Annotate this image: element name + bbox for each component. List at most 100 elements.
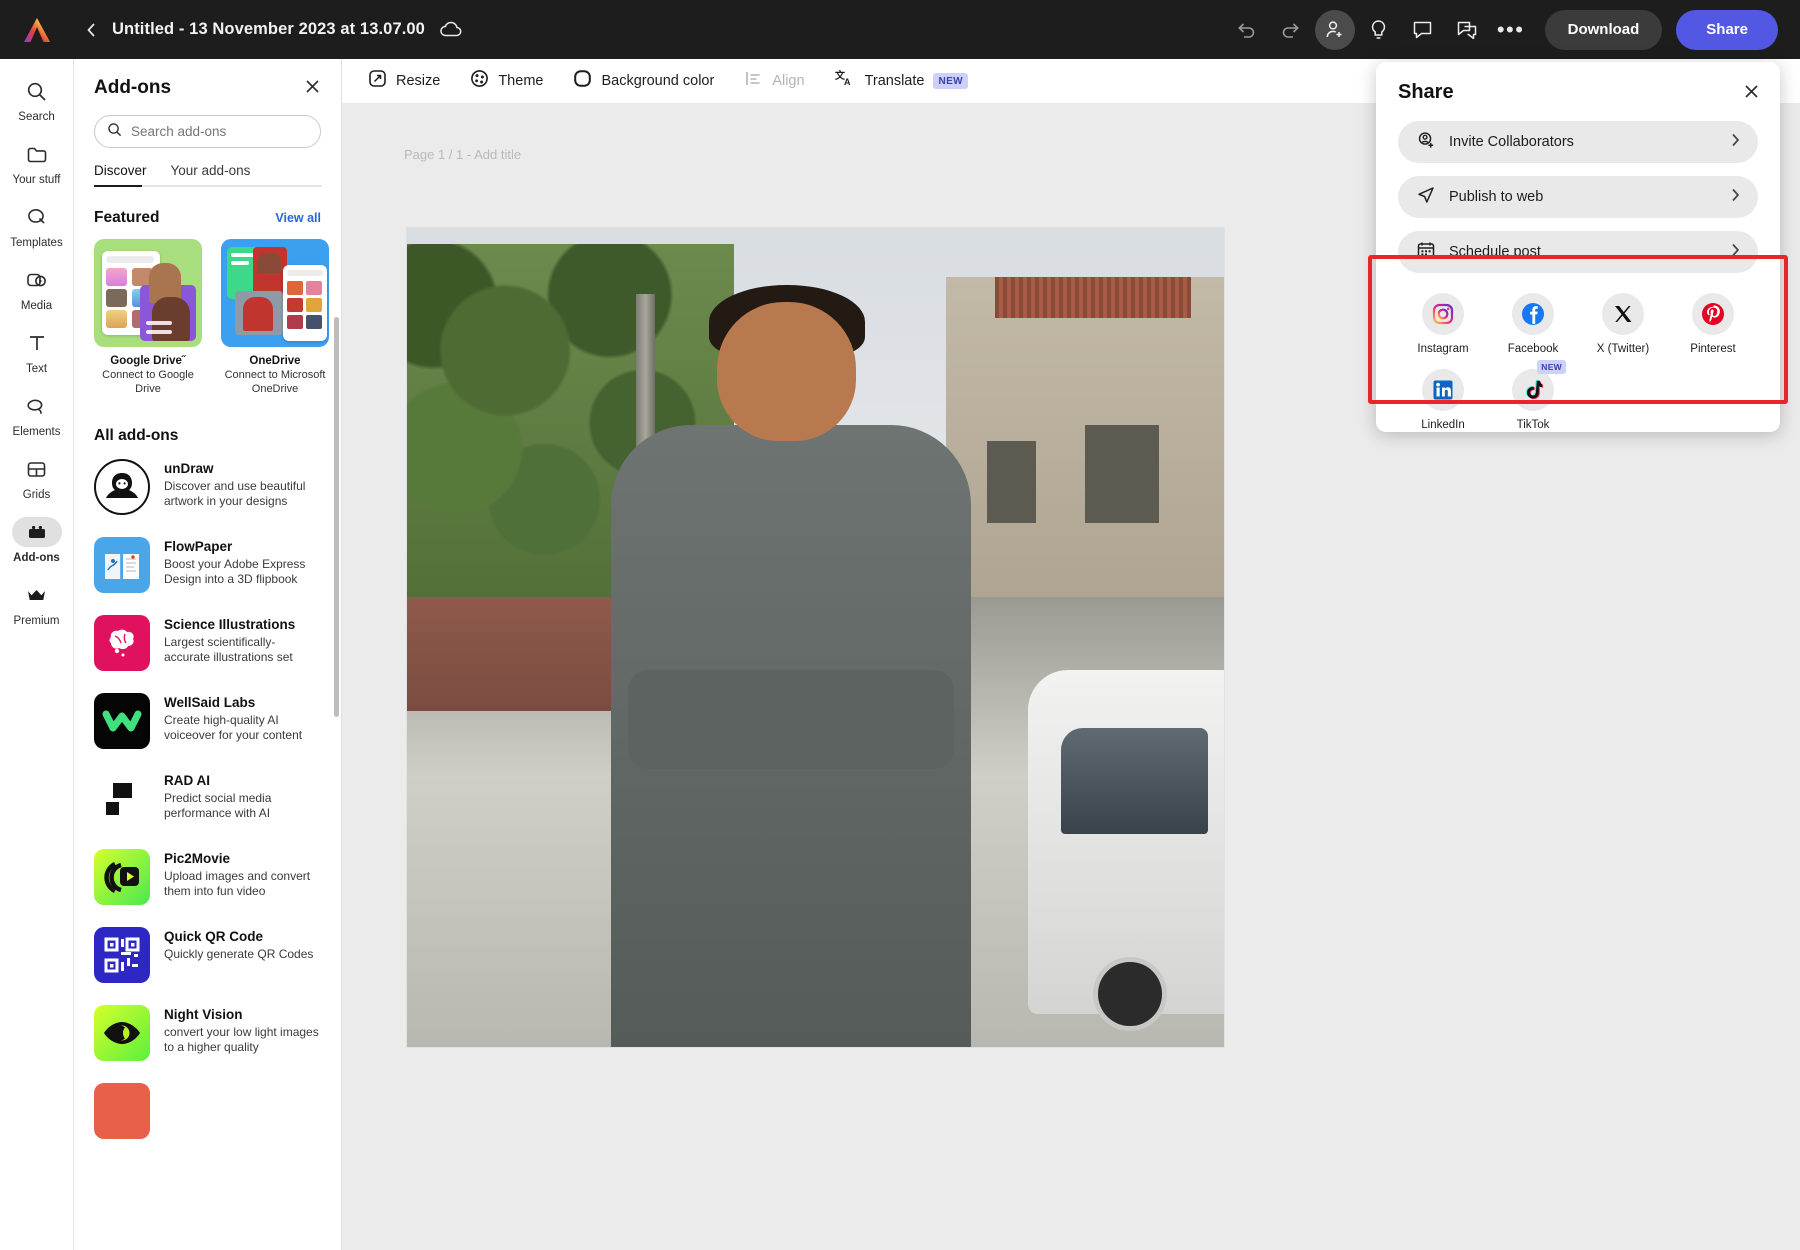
addon-name: unDraw (164, 461, 319, 476)
featured-card-google-drive[interactable]: Google Drive˝ Connect to Google Drive (94, 239, 202, 397)
translate-button[interactable]: 文A Translate NEW (835, 69, 968, 93)
sidebar-label: Grids (23, 489, 50, 501)
featured-card-onedrive[interactable]: OneDrive Connect to Microsoft OneDrive (221, 239, 329, 397)
elements-icon (12, 391, 62, 421)
view-all-link[interactable]: View all (275, 211, 321, 225)
translate-label: Translate (865, 73, 925, 89)
addons-icon (12, 517, 62, 547)
pinterest-icon (1692, 293, 1734, 335)
sidebar-item-add-ons[interactable]: Add-ons (4, 513, 70, 564)
addons-scroll-area[interactable]: Featured View all (74, 187, 341, 1250)
photo-window (1085, 425, 1159, 523)
tab-your-add-ons[interactable]: Your add-ons (171, 163, 251, 187)
resize-button[interactable]: Resize (368, 69, 440, 93)
addon-name: Night Vision (164, 1007, 319, 1022)
list-item[interactable]: FlowPaper Boost your Adobe Express Desig… (74, 526, 341, 604)
list-item[interactable]: unDraw Discover and use beautiful artwor… (74, 445, 341, 526)
share-row-label: Invite Collaborators (1449, 134, 1574, 150)
sidebar-label: Add-ons (13, 552, 60, 564)
tab-discover[interactable]: Discover (94, 163, 147, 187)
resize-icon (368, 69, 387, 93)
chat-icon[interactable] (1447, 10, 1487, 50)
featured-card-name: OneDrive (221, 355, 329, 367)
top-bar-actions: ••• Download Share (1227, 10, 1800, 50)
share-to-x-twitter[interactable]: X (Twitter) (1578, 293, 1668, 355)
instagram-icon (1422, 293, 1464, 335)
redo-icon[interactable] (1271, 10, 1311, 50)
invite-collaborators-row[interactable]: Invite Collaborators (1398, 121, 1758, 163)
invite-person-icon[interactable] (1315, 10, 1355, 50)
templates-icon (12, 202, 62, 232)
back-button[interactable] (74, 22, 108, 38)
list-item[interactable]: WellSaid Labs Create high-quality AI voi… (74, 682, 341, 760)
media-icon (12, 265, 62, 295)
photo-window (987, 441, 1036, 523)
theme-button[interactable]: Theme (470, 69, 543, 93)
tiktok-icon: NEW (1512, 369, 1554, 411)
addon-name: WellSaid Labs (164, 695, 319, 710)
list-item[interactable]: RAD AI Predict social media performance … (74, 760, 341, 838)
share-to-tiktok[interactable]: NEW TikTok (1488, 369, 1578, 431)
comment-icon[interactable] (1403, 10, 1443, 50)
linkedin-icon (1422, 369, 1464, 411)
more-options-button[interactable]: ••• (1491, 10, 1531, 50)
share-to-linkedin[interactable]: LinkedIn (1398, 369, 1488, 431)
close-icon[interactable] (1743, 83, 1760, 104)
sidebar-item-your-stuff[interactable]: Your stuff (4, 135, 70, 186)
sidebar-label: Your stuff (13, 174, 61, 186)
search-add-ons-box[interactable] (94, 115, 321, 148)
download-button[interactable]: Download (1545, 10, 1663, 50)
share-button[interactable]: Share (1676, 10, 1778, 50)
addon-desc: Discover and use beautiful artwork in yo… (164, 479, 319, 511)
rad-squares-icon (94, 771, 150, 827)
addon-desc: Upload images and convert them into fun … (164, 869, 319, 901)
premium-crown-icon (12, 580, 62, 610)
schedule-post-row[interactable]: Schedule post (1398, 231, 1758, 273)
share-to-facebook[interactable]: Facebook (1488, 293, 1578, 355)
document-title[interactable]: Untitled - 13 November 2023 at 13.07.00 (112, 20, 425, 39)
lightbulb-icon[interactable] (1359, 10, 1399, 50)
sidebar-label: Text (26, 363, 47, 375)
theme-label: Theme (498, 73, 543, 89)
search-input[interactable] (131, 124, 308, 139)
more-dots: ••• (1497, 25, 1525, 35)
list-item[interactable]: Science Illustrations Largest scientific… (74, 604, 341, 682)
sidebar-item-media[interactable]: Media (4, 261, 70, 312)
undo-icon[interactable] (1227, 10, 1267, 50)
close-icon[interactable] (304, 78, 321, 99)
addon-desc: Predict social media performance with AI (164, 791, 319, 823)
background-color-icon (573, 69, 592, 93)
sidebar-item-elements[interactable]: Elements (4, 387, 70, 438)
eye-moon-icon (94, 1005, 150, 1061)
page-label[interactable]: Page 1 / 1 - Add title (404, 147, 521, 162)
share-to-pinterest[interactable]: Pinterest (1668, 293, 1758, 355)
featured-section-header: Featured View all (74, 187, 341, 227)
list-item-text: Night Vision convert your low light imag… (164, 1005, 319, 1057)
sidebar-item-grids[interactable]: Grids (4, 450, 70, 501)
adobe-express-logo[interactable] (0, 16, 74, 44)
align-button[interactable]: Align (744, 69, 804, 93)
sidebar-item-search[interactable]: Search (4, 72, 70, 123)
publish-to-web-row[interactable]: Publish to web (1398, 176, 1758, 218)
partial-addon-icon (94, 1083, 150, 1139)
list-item[interactable]: Night Vision convert your low light imag… (74, 994, 341, 1072)
photo-wall (407, 597, 619, 712)
list-item[interactable]: Pic2Movie Upload images and convert them… (74, 838, 341, 916)
translate-new-badge: NEW (933, 73, 968, 89)
sidebar-item-premium[interactable]: Premium (4, 576, 70, 627)
share-to-instagram[interactable]: Instagram (1398, 293, 1488, 355)
background-color-label: Background color (601, 73, 714, 89)
sidebar-item-templates[interactable]: Templates (4, 198, 70, 249)
artboard-photo[interactable] (407, 228, 1224, 1047)
list-item[interactable] (74, 1072, 341, 1150)
social-label: X (Twitter) (1597, 343, 1649, 355)
background-color-button[interactable]: Background color (573, 69, 714, 93)
sidebar-item-text[interactable]: Text (4, 324, 70, 375)
list-item-text: FlowPaper Boost your Adobe Express Desig… (164, 537, 319, 589)
addon-name: Science Illustrations (164, 617, 319, 632)
addon-desc: convert your low light images to a highe… (164, 1025, 319, 1057)
photo-person-face (717, 302, 856, 441)
panel-scrollbar[interactable] (334, 317, 339, 717)
list-item[interactable]: Quick QR Code Quickly generate QR Codes (74, 916, 341, 994)
svg-text:A: A (844, 77, 851, 87)
